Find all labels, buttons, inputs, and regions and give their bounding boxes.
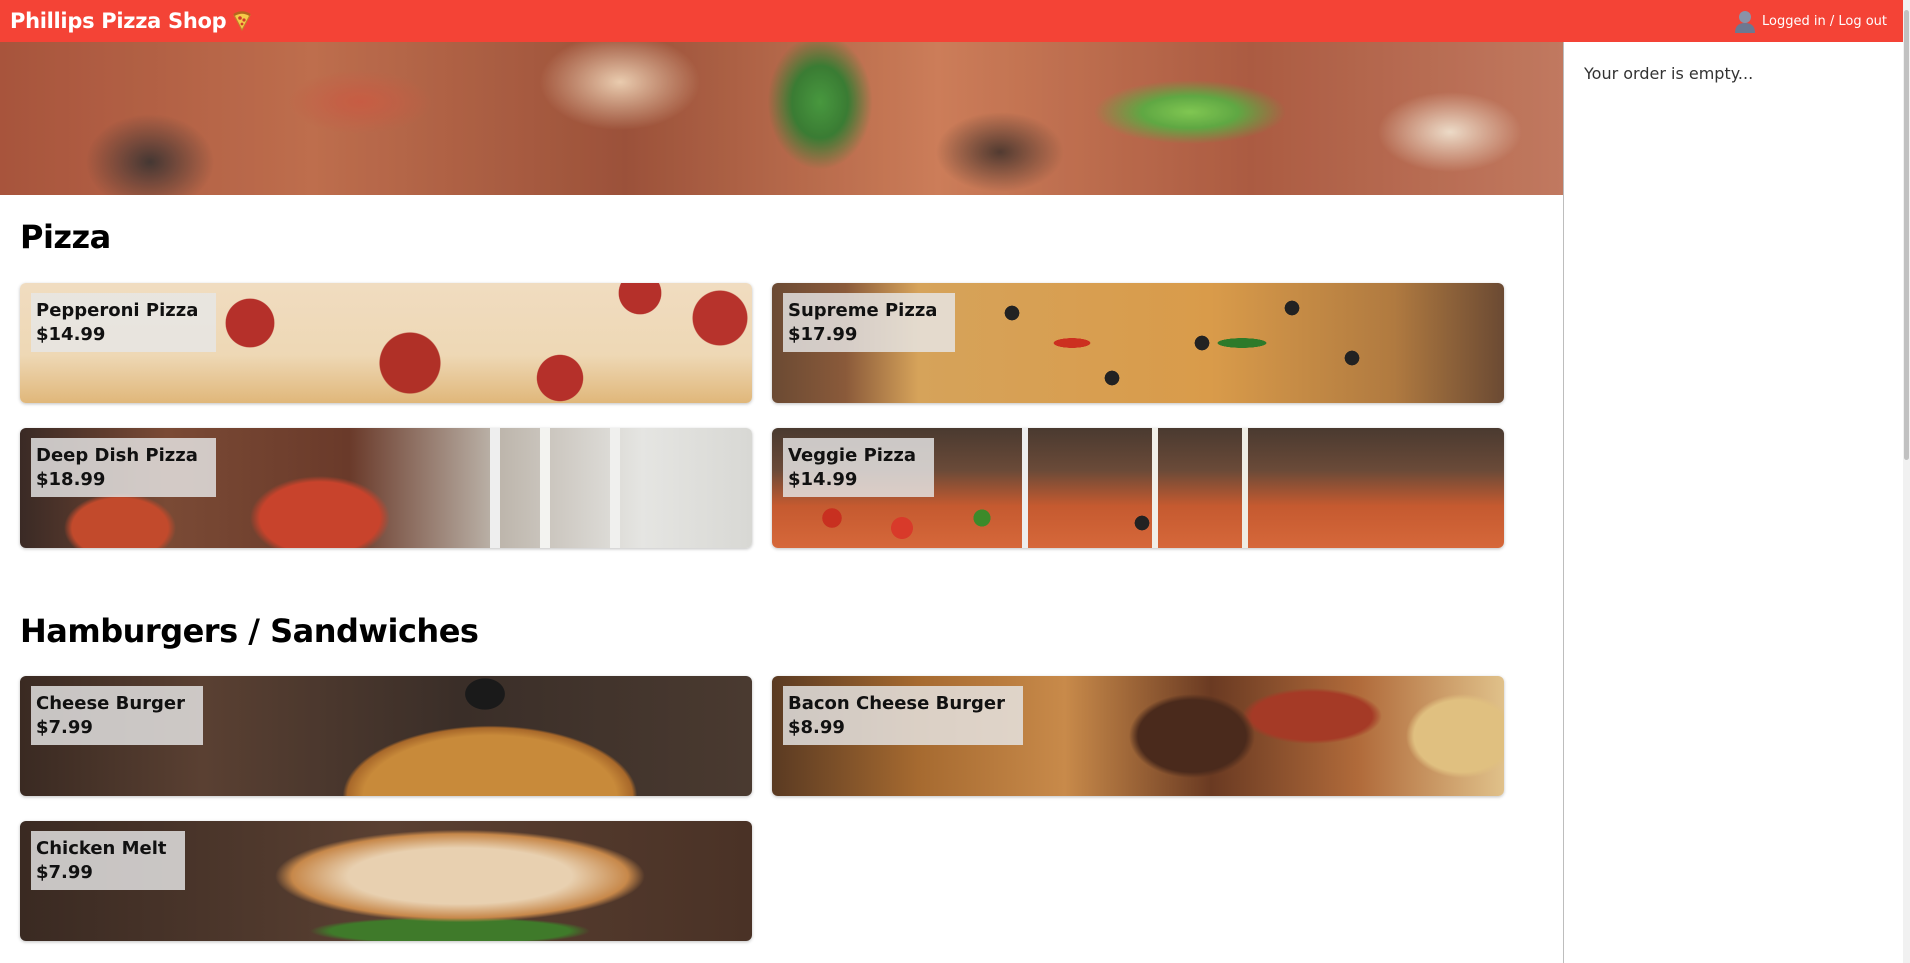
hero-banner-image bbox=[0, 42, 1563, 195]
login-logout-label[interactable]: Logged in / Log out bbox=[1762, 14, 1887, 29]
section-title-hamburgers-sandwiches: Hamburgers / Sandwiches bbox=[20, 612, 479, 650]
pizza-slice-icon bbox=[232, 11, 252, 32]
menu-item-deep-dish-pizza[interactable]: Deep Dish Pizza $18.99 bbox=[20, 428, 752, 548]
menu-item-supreme-pizza[interactable]: Supreme Pizza $17.99 bbox=[772, 283, 1504, 403]
menu-item-price: $14.99 bbox=[36, 324, 106, 345]
menu-item-name: Pepperoni Pizza bbox=[36, 300, 199, 321]
menu-item-label: Chicken Melt $7.99 bbox=[31, 831, 185, 890]
menu-item-label: Pepperoni Pizza $14.99 bbox=[31, 293, 217, 352]
menu-item-chicken-melt[interactable]: Chicken Melt $7.99 bbox=[20, 821, 752, 941]
menu-item-price: $17.99 bbox=[788, 324, 858, 345]
menu-item-price: $7.99 bbox=[36, 862, 93, 883]
menu-item-bacon-cheese-burger[interactable]: Bacon Cheese Burger $8.99 bbox=[772, 676, 1504, 796]
menu-item-pepperoni-pizza[interactable]: Pepperoni Pizza $14.99 bbox=[20, 283, 752, 403]
menu-content: Pizza Pepperoni Pizza $14.99 Supreme Piz… bbox=[0, 42, 1563, 963]
brand[interactable]: Phillips Pizza Shop bbox=[10, 9, 252, 33]
menu-item-name: Chicken Melt bbox=[36, 838, 167, 859]
menu-item-name: Veggie Pizza bbox=[788, 445, 917, 466]
menu-item-name: Cheese Burger bbox=[36, 693, 186, 714]
menu-item-price: $8.99 bbox=[788, 717, 845, 738]
scrollbar-thumb[interactable] bbox=[1904, 10, 1909, 460]
menu-item-price: $14.99 bbox=[788, 469, 858, 490]
order-empty-message: Your order is empty... bbox=[1584, 64, 1754, 83]
menu-item-name: Supreme Pizza bbox=[788, 300, 938, 321]
user-icon bbox=[1734, 9, 1756, 33]
menu-item-price: $18.99 bbox=[36, 469, 106, 490]
menu-item-label: Supreme Pizza $17.99 bbox=[783, 293, 956, 352]
menu-item-label: Veggie Pizza $14.99 bbox=[783, 438, 935, 497]
login-logout-link[interactable]: Logged in / Log out bbox=[1734, 9, 1887, 33]
menu-item-label: Deep Dish Pizza $18.99 bbox=[31, 438, 216, 497]
page-scrollbar[interactable] bbox=[1903, 0, 1910, 963]
menu-item-label: Cheese Burger $7.99 bbox=[31, 686, 204, 745]
menu-item-label: Bacon Cheese Burger $8.99 bbox=[783, 686, 1023, 745]
menu-item-name: Bacon Cheese Burger bbox=[788, 693, 1005, 714]
menu-item-name: Deep Dish Pizza bbox=[36, 445, 198, 466]
section-title-pizza: Pizza bbox=[20, 218, 111, 256]
menu-item-veggie-pizza[interactable]: Veggie Pizza $14.99 bbox=[772, 428, 1504, 548]
menu-item-price: $7.99 bbox=[36, 717, 93, 738]
menu-item-cheese-burger[interactable]: Cheese Burger $7.99 bbox=[20, 676, 752, 796]
top-navbar: Phillips Pizza Shop Logged in / Log out bbox=[0, 0, 1903, 42]
order-sidebar: Your order is empty... bbox=[1563, 42, 1903, 963]
brand-title[interactable]: Phillips Pizza Shop bbox=[10, 9, 227, 33]
